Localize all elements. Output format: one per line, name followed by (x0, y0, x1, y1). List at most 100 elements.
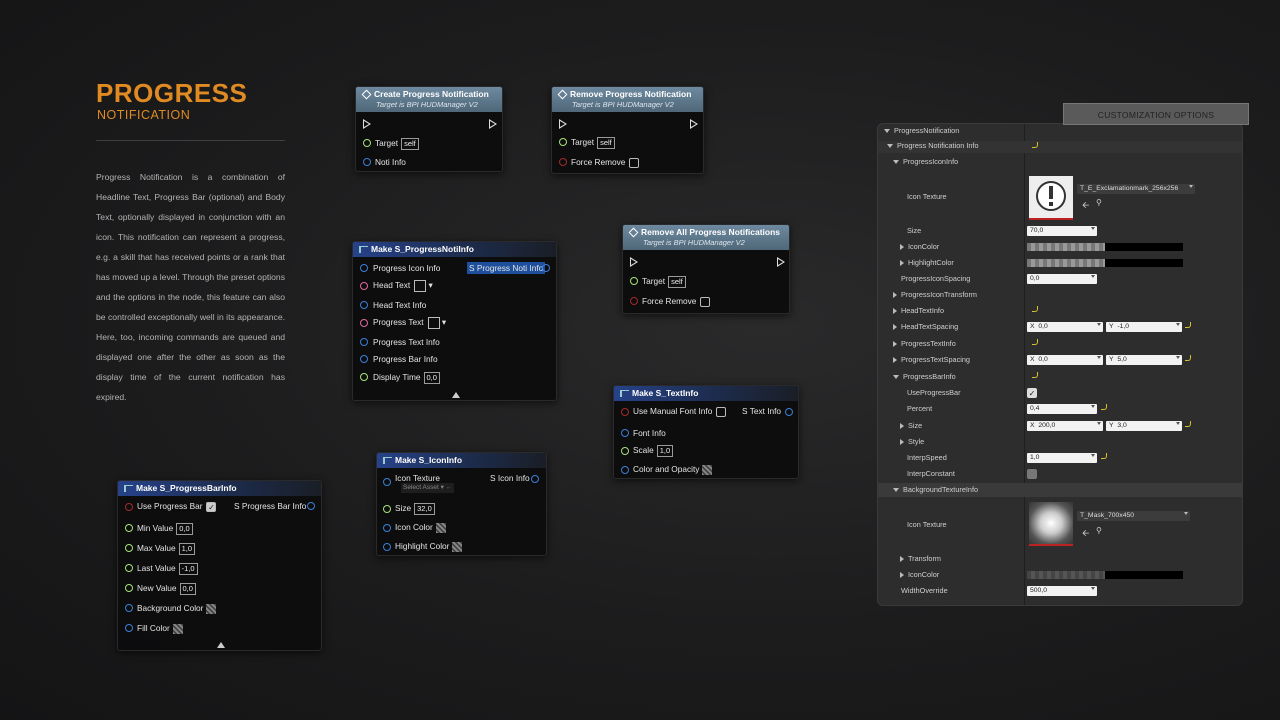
size-pin[interactable] (383, 505, 391, 513)
expand-arrow-icon[interactable] (900, 556, 904, 563)
reset-icon[interactable] (1185, 355, 1191, 361)
exec-out-pin[interactable] (777, 257, 785, 267)
use-progress-bar-pin[interactable] (125, 503, 133, 511)
head-spacing-y-field[interactable]: Y -1,0 (1106, 322, 1182, 332)
use-progress-bar-checkbox[interactable] (206, 501, 217, 512)
target-value[interactable]: self (401, 137, 419, 150)
arrow-left-icon[interactable]: 🡨 (1082, 526, 1089, 542)
texture-thumbnail[interactable] (1029, 502, 1073, 546)
node-make-progress-bar-info[interactable]: Make S_ProgressBarInfo Use Progress Bar … (117, 480, 322, 651)
node-remove-progress-notification[interactable]: Remove Progress Notification Target is B… (551, 86, 704, 174)
force-remove-pin[interactable] (630, 297, 638, 305)
search-icon[interactable]: ⚲ (1096, 198, 1102, 207)
fill-color-pin[interactable] (125, 624, 133, 632)
exec-in-pin[interactable] (559, 119, 567, 129)
head-text-info-pin[interactable] (360, 301, 368, 309)
node-make-text-info[interactable]: Make S_TextInfo Use Manual Font Info S T… (613, 385, 799, 479)
last-value-pin[interactable] (125, 564, 133, 572)
node-make-icon-info[interactable]: Make S_IconInfo Icon Texture Select Asse… (376, 452, 547, 556)
progress-text-field[interactable] (427, 316, 440, 329)
scale-pin[interactable] (621, 447, 629, 455)
target-value[interactable]: self (597, 136, 615, 149)
color-swatch[interactable] (452, 541, 463, 552)
icon-color-pin[interactable] (383, 524, 391, 532)
expand-arrow-icon[interactable] (893, 160, 899, 165)
color-swatch[interactable] (435, 522, 446, 533)
max-value-pin[interactable] (125, 544, 133, 552)
color-swatch[interactable] (172, 623, 183, 634)
spinner-icon[interactable] (1091, 587, 1095, 590)
spinner-icon[interactable] (1097, 422, 1101, 425)
size-field[interactable]: 70,0 (1027, 226, 1097, 236)
scale-value[interactable]: 1,0 (656, 444, 674, 457)
output-pin[interactable] (542, 264, 550, 272)
spinner-icon[interactable] (1091, 454, 1095, 457)
new-value-pin[interactable] (125, 584, 133, 592)
color-opacity-pin[interactable] (621, 466, 629, 474)
spinner-icon[interactable] (1097, 356, 1101, 359)
node-remove-all-progress-notifications[interactable]: Remove All Progress Notifications Target… (622, 224, 790, 314)
expand-arrow-icon[interactable] (900, 244, 904, 251)
expand-arrow-icon[interactable] (887, 144, 893, 149)
progress-icon-info-pin[interactable] (360, 264, 368, 272)
texture-dropdown[interactable]: T_E_Exclamationmark_256x256 (1077, 184, 1195, 194)
exec-out-pin[interactable] (489, 119, 497, 129)
last-value-field[interactable]: -1,0 (178, 562, 198, 575)
color-bar[interactable] (1027, 571, 1105, 579)
color-bar[interactable] (1105, 259, 1183, 267)
min-value-field[interactable]: 0,0 (176, 522, 193, 535)
node-create-progress-notification[interactable]: Create Progress Notification Target is B… (355, 86, 503, 172)
expand-arrow-icon[interactable] (900, 439, 904, 446)
target-value[interactable]: self (668, 275, 686, 288)
head-text-pin[interactable] (360, 282, 368, 290)
expand-arrow-icon[interactable] (884, 129, 890, 134)
target-pin[interactable] (363, 139, 371, 147)
icon-texture-pin[interactable] (383, 478, 391, 486)
expand-arrow-icon[interactable] (900, 260, 904, 267)
use-manual-font-checkbox[interactable] (716, 406, 727, 417)
target-pin[interactable] (559, 138, 567, 146)
arrow-left-icon[interactable]: 🡨 (1082, 198, 1089, 214)
highlight-color-pin[interactable] (383, 543, 391, 551)
color-bar[interactable] (1027, 259, 1105, 267)
min-value-pin[interactable] (125, 524, 133, 532)
expand-arrow-icon[interactable] (893, 292, 897, 299)
interp-constant-checkbox[interactable] (1027, 469, 1037, 479)
color-bar[interactable] (1105, 571, 1183, 579)
arrow-left-icon[interactable]: ← (446, 484, 453, 491)
expand-arrow-icon[interactable] (900, 423, 904, 430)
force-remove-checkbox[interactable] (700, 296, 711, 307)
collapse-arrow-icon[interactable] (452, 392, 460, 398)
bar-size-y-field[interactable]: Y 3,0 (1106, 421, 1182, 431)
reset-icon[interactable] (1032, 142, 1038, 148)
select-asset-dropdown[interactable]: Select Asset (403, 484, 439, 491)
force-remove-pin[interactable] (559, 158, 567, 166)
head-text-field[interactable] (414, 279, 427, 292)
reset-icon[interactable] (1032, 306, 1038, 312)
width-override-field[interactable]: 500,0 (1027, 586, 1097, 596)
output-pin[interactable] (307, 502, 315, 510)
progress-spacing-y-field[interactable]: Y 5,0 (1106, 355, 1182, 365)
output-pin[interactable] (531, 475, 539, 483)
display-time-pin[interactable] (360, 373, 368, 381)
exec-in-pin[interactable] (363, 119, 371, 129)
spinner-icon[interactable] (1097, 323, 1101, 326)
expand-arrow-icon[interactable] (893, 308, 897, 315)
expand-arrow-icon[interactable] (893, 324, 897, 331)
reset-icon[interactable] (1032, 372, 1038, 378)
exec-in-pin[interactable] (630, 257, 638, 267)
expand-arrow-icon[interactable] (893, 357, 897, 364)
head-spacing-x-field[interactable]: X 0,0 (1027, 322, 1103, 332)
tree-item-icon-info[interactable]: ProgressIconInfo (903, 157, 958, 166)
chevron-down-icon[interactable] (1189, 185, 1193, 188)
icon-spacing-field[interactable]: 0,0 (1027, 274, 1097, 284)
display-time-value[interactable]: 0,0 (423, 371, 440, 384)
expand-arrow-icon[interactable] (900, 572, 904, 579)
search-icon[interactable]: ⚲ (1096, 526, 1102, 535)
force-remove-checkbox[interactable] (629, 157, 640, 168)
noti-info-pin[interactable] (363, 158, 371, 166)
size-value[interactable]: 32,0 (414, 502, 435, 515)
color-bar[interactable] (1105, 243, 1183, 251)
use-progress-bar-checkbox[interactable] (1027, 388, 1037, 398)
output-pin[interactable] (785, 408, 793, 416)
